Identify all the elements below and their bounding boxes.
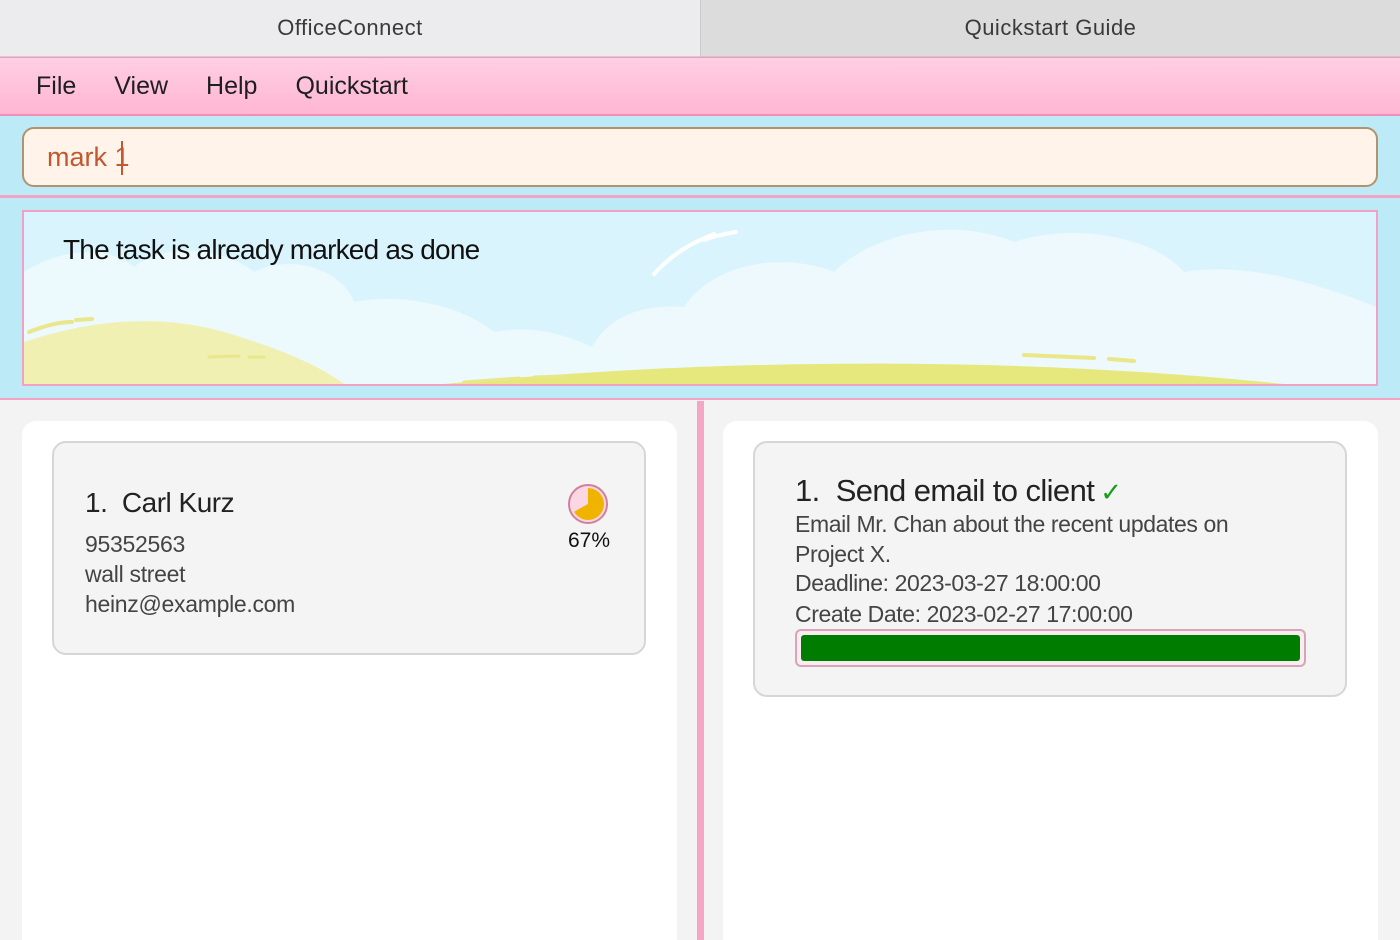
person-phone: 95352563 — [85, 531, 185, 557]
person-list-panel: 1. Carl Kurz 95352563 wall street heinz@… — [22, 421, 677, 940]
person-progress-label: 67% — [567, 529, 611, 552]
task-title: 1. Send email to client ✓ — [795, 473, 1122, 509]
person-index: 1. — [85, 487, 108, 518]
person-address: wall street — [85, 561, 186, 587]
menu-item-help[interactable]: Help — [206, 72, 257, 101]
panel-divider[interactable] — [697, 401, 704, 940]
task-description: Email Mr. Chan about the recent updates … — [795, 511, 1229, 537]
menu-item-file[interactable]: File — [36, 72, 76, 101]
person-card[interactable]: 1. Carl Kurz 95352563 wall street heinz@… — [52, 441, 646, 655]
result-display: The task is already marked as done — [22, 210, 1378, 386]
task-progress-pie-icon — [568, 484, 608, 524]
menu-item-quickstart[interactable]: Quickstart — [295, 72, 408, 101]
task-progress-bar — [795, 629, 1306, 667]
menu-item-view[interactable]: View — [114, 72, 168, 101]
task-list-panel: 1. Send email to client ✓ Email Mr. Chan … — [723, 421, 1378, 940]
text-caret — [121, 141, 123, 175]
person-email: heinz@example.com — [85, 591, 296, 617]
tab-quickstart-guide[interactable]: Quickstart Guide — [700, 0, 1400, 57]
tab-label: Quickstart Guide — [964, 15, 1137, 40]
window-tabbar: OfficeConnect Quickstart Guide — [0, 0, 1400, 57]
person-name: 1. Carl Kurz — [85, 487, 235, 519]
task-title-text: Send email to client — [835, 473, 1095, 508]
task-card[interactable]: 1. Send email to client ✓ Email Mr. Chan … — [753, 441, 1347, 697]
tab-label: OfficeConnect — [277, 15, 423, 40]
command-area — [0, 116, 1400, 198]
tab-officeconnect[interactable]: OfficeConnect — [0, 0, 700, 57]
result-area: The task is already marked as done — [0, 198, 1400, 400]
menu-bar: File View Help Quickstart — [0, 57, 1400, 116]
task-description-cont: Project X. — [795, 541, 891, 567]
check-icon: ✓ — [1100, 477, 1122, 507]
task-progress-fill — [801, 635, 1300, 661]
result-message: The task is already marked as done — [63, 234, 480, 265]
command-input[interactable] — [22, 127, 1378, 187]
task-index: 1. — [795, 473, 820, 508]
person-name-text: Carl Kurz — [121, 487, 235, 518]
task-create-date: Create Date: 2023-02-27 17:00:00 — [795, 601, 1133, 627]
task-deadline: Deadline: 2023-03-27 18:00:00 — [795, 570, 1101, 596]
